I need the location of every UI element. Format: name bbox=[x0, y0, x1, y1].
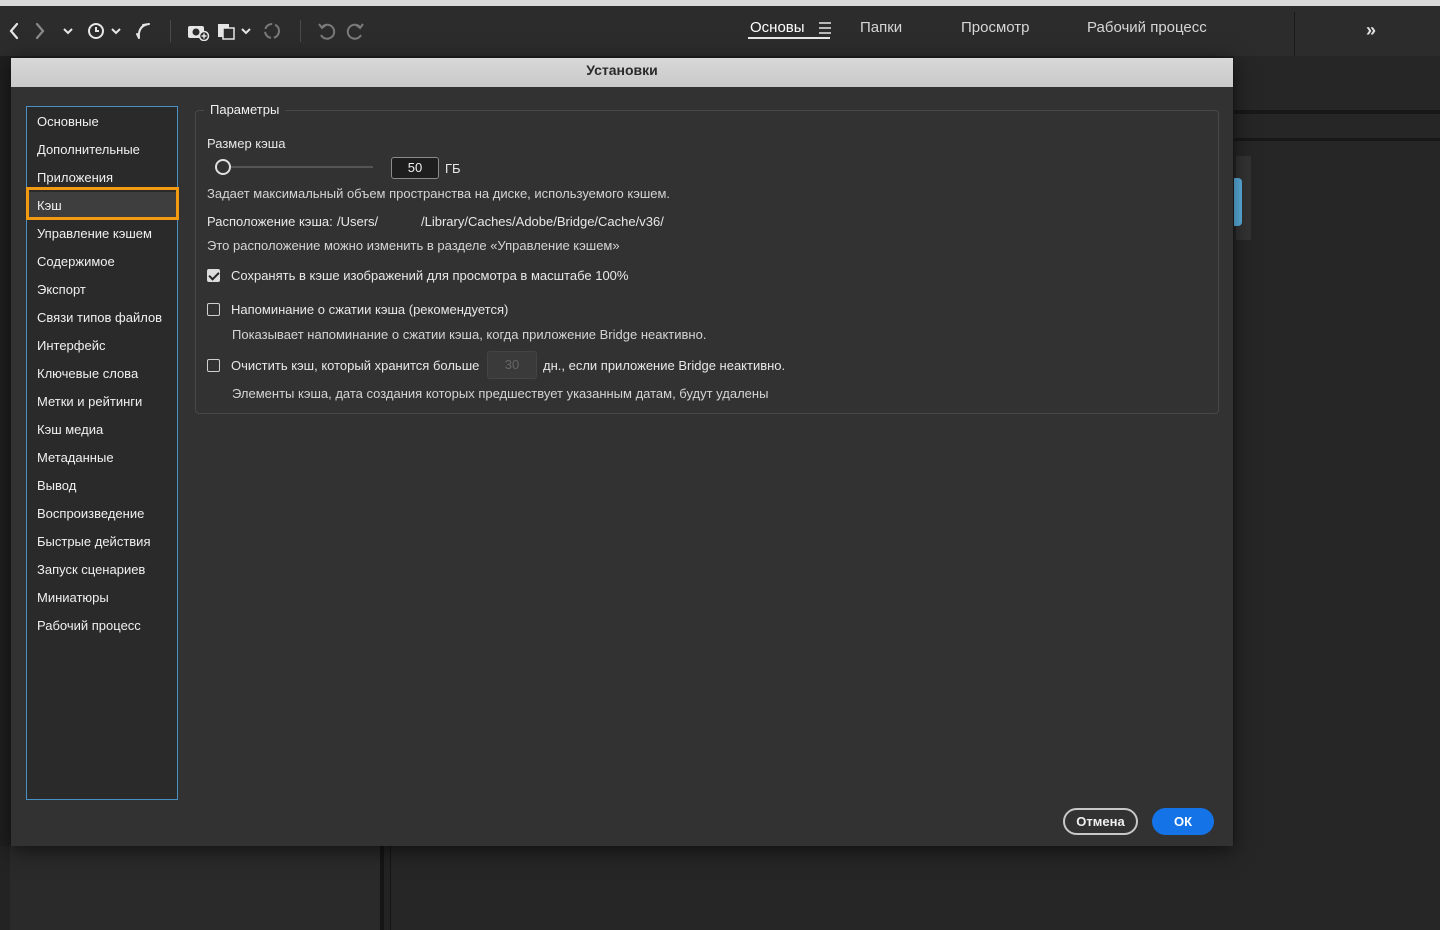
boomerang-icon[interactable] bbox=[134, 18, 154, 44]
cache-location-label: Расположение кэша: bbox=[207, 214, 333, 229]
compact-reminder-description: Показывает напоминание о сжатии кэша, ко… bbox=[232, 327, 707, 342]
compact-reminder-checkbox[interactable] bbox=[207, 303, 220, 316]
cache-size-unit: ГБ bbox=[445, 161, 461, 176]
parameters-legend: Параметры bbox=[204, 101, 286, 119]
category-item-workflow[interactable]: Рабочий процесс bbox=[27, 612, 177, 640]
category-item-media-cache[interactable]: Кэш медиа bbox=[27, 416, 177, 444]
category-item-keywords[interactable]: Ключевые слова bbox=[27, 360, 177, 388]
toolbar-divider bbox=[170, 20, 171, 42]
cache-location-path-start: /Users/ bbox=[337, 214, 379, 229]
tab-preview[interactable]: Просмотр bbox=[961, 19, 1030, 37]
get-photos-camera-icon[interactable] bbox=[186, 18, 210, 44]
selection-highlight-annotation bbox=[26, 187, 179, 220]
cache-size-slider-thumb[interactable] bbox=[215, 159, 231, 175]
cache-location-hint: Это расположение можно изменить в раздел… bbox=[207, 238, 620, 253]
category-item-playback[interactable]: Воспроизведение bbox=[27, 500, 177, 528]
category-item-export[interactable]: Экспорт bbox=[27, 276, 177, 304]
cache-location-path-end: /Library/Caches/Adobe/Bridge/Cache/v36/ bbox=[421, 214, 664, 229]
category-item-metadata[interactable]: Метаданные bbox=[27, 444, 177, 472]
chevron-down-icon[interactable] bbox=[60, 18, 76, 44]
category-item-quick-actions[interactable]: Быстрые действия bbox=[27, 528, 177, 556]
background-divider bbox=[1234, 138, 1440, 141]
category-item-general[interactable]: Основные bbox=[27, 108, 177, 136]
cache-size-slider-track[interactable] bbox=[229, 166, 373, 168]
purge-cache-label-end: дн., если приложение Bridge неактивно. bbox=[543, 358, 786, 373]
category-item-labels-ratings[interactable]: Метки и рейтинги bbox=[27, 388, 177, 416]
background-scrollbar bbox=[1234, 178, 1242, 226]
cache-size-description: Задает максимальный объем пространства н… bbox=[207, 186, 671, 201]
purge-cache-label-start[interactable]: Очистить кэш, который хранится больше bbox=[231, 357, 479, 375]
refine-copy-icon[interactable] bbox=[216, 18, 252, 44]
category-item-startup-scripts[interactable]: Запуск сценариев bbox=[27, 556, 177, 584]
tab-folders[interactable]: Папки bbox=[860, 19, 902, 37]
rotate-right-icon[interactable] bbox=[344, 18, 366, 44]
tab-workflow[interactable]: Рабочий процесс bbox=[1087, 19, 1207, 37]
cache-size-input[interactable]: 50 bbox=[391, 157, 439, 179]
background-panel bbox=[1234, 56, 1440, 930]
rotate-icon[interactable] bbox=[262, 18, 282, 44]
category-item-file-type-associations[interactable]: Связи типов файлов bbox=[27, 304, 177, 332]
back-icon[interactable] bbox=[6, 18, 22, 44]
app-toolbar: Основы Папки Просмотр Рабочий процесс » bbox=[0, 6, 1440, 56]
category-item-thumbnails[interactable]: Миниатюры bbox=[27, 584, 177, 612]
cache-size-label: Размер кэша bbox=[207, 136, 286, 151]
toolbar-divider bbox=[1294, 12, 1295, 56]
active-tab-underline bbox=[748, 37, 830, 39]
background-divider bbox=[1234, 110, 1440, 114]
toolbar-divider bbox=[300, 20, 301, 42]
cancel-button[interactable]: Отмена bbox=[1063, 808, 1138, 835]
forward-icon[interactable] bbox=[32, 18, 48, 44]
keep-100-checkbox[interactable] bbox=[207, 269, 220, 282]
tab-essentials[interactable]: Основы bbox=[750, 19, 805, 37]
purge-cache-checkbox[interactable] bbox=[207, 359, 220, 372]
recent-history-icon[interactable] bbox=[86, 18, 122, 44]
category-item-advanced[interactable]: Дополнительные bbox=[27, 136, 177, 164]
keep-100-label[interactable]: Сохранять в кэше изображений для просмот… bbox=[231, 267, 628, 285]
ok-button[interactable]: ОК bbox=[1152, 808, 1214, 835]
category-item-content[interactable]: Содержимое bbox=[27, 248, 177, 276]
background-bottom-right-panel bbox=[390, 846, 1440, 930]
category-item-interface[interactable]: Интерфейс bbox=[27, 332, 177, 360]
rotate-left-icon[interactable] bbox=[316, 18, 338, 44]
preferences-dialog: Установки Основные Дополнительные Прилож… bbox=[11, 58, 1233, 846]
category-item-cache-management[interactable]: Управление кэшем bbox=[27, 220, 177, 248]
purge-days-input[interactable]: 30 bbox=[487, 351, 537, 379]
category-item-output[interactable]: Вывод bbox=[27, 472, 177, 500]
background-bottom-left-panel bbox=[10, 846, 384, 930]
compact-reminder-label[interactable]: Напоминание о сжатии кэша (рекомендуется… bbox=[231, 301, 508, 319]
dialog-title: Установки bbox=[11, 58, 1233, 87]
purge-cache-description: Элементы кэша, дата создания которых пре… bbox=[232, 386, 769, 401]
more-workspaces-button[interactable]: » bbox=[1366, 20, 1376, 41]
